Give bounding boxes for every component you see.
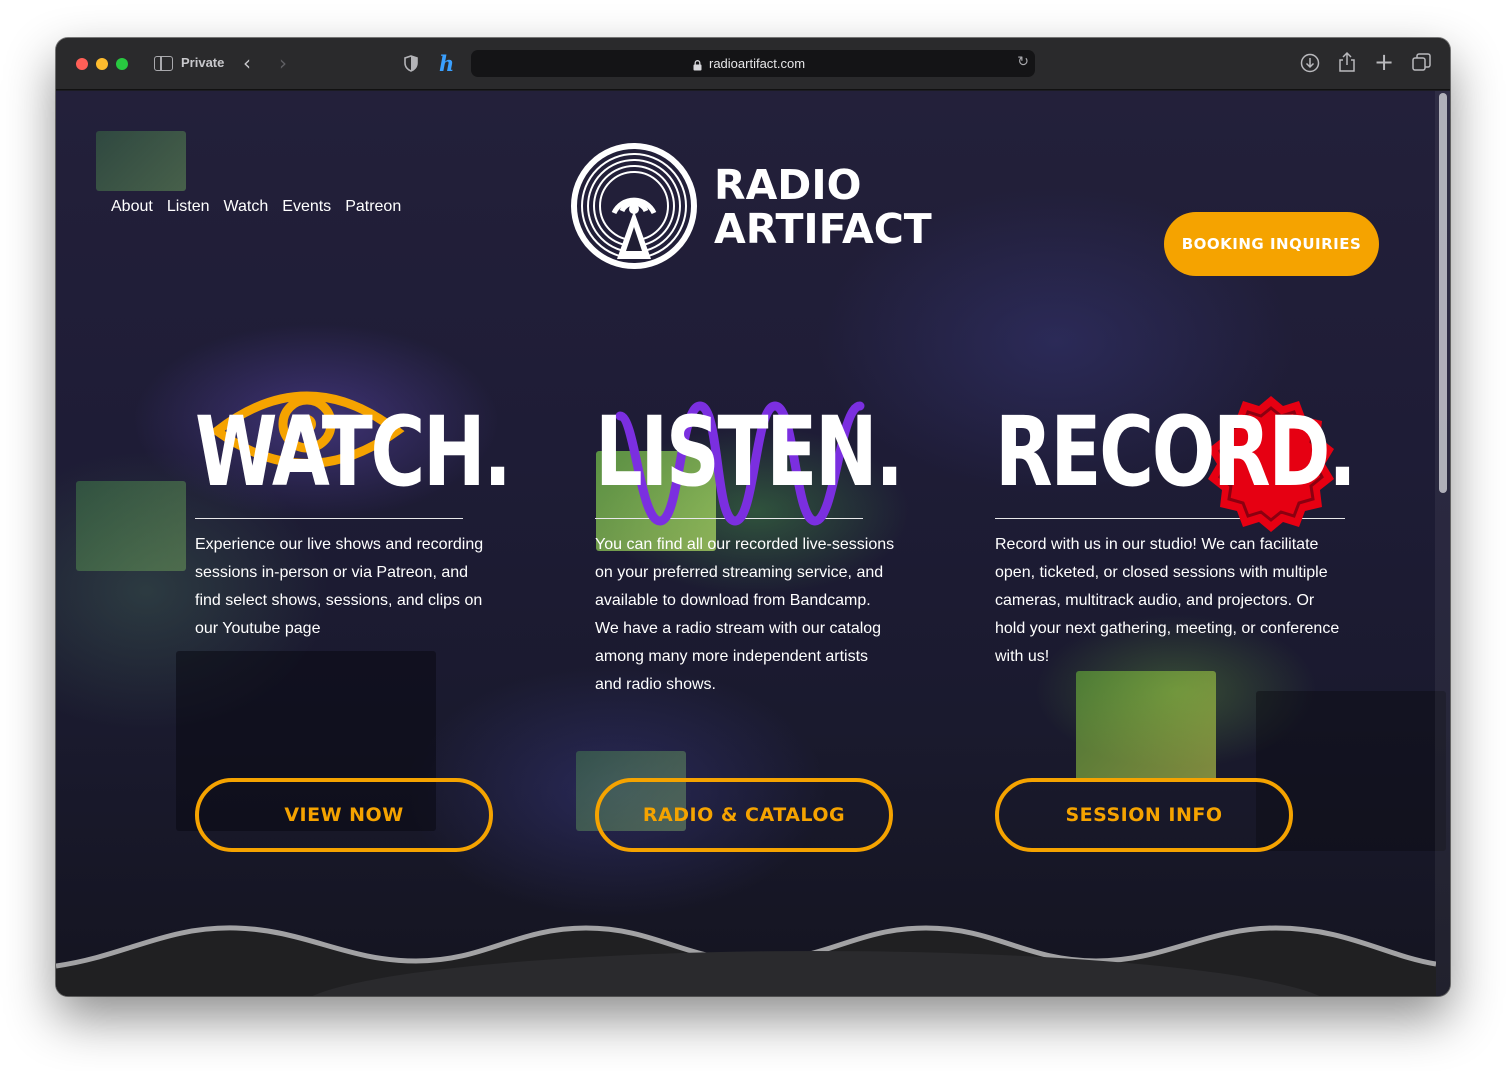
private-label: Private xyxy=(181,55,225,70)
booking-inquiries-button[interactable]: BOOKING INQUIRIES xyxy=(1164,212,1379,276)
view-now-button[interactable]: VIEW NOW xyxy=(195,778,493,852)
close-window-button[interactable] xyxy=(76,58,88,70)
nav-link-listen[interactable]: Listen xyxy=(167,198,210,216)
tab-overview-icon[interactable] xyxy=(1412,53,1431,77)
lock-icon xyxy=(693,58,702,76)
logo-wordmark: RADIO ARTIFACT xyxy=(714,163,932,251)
background-monitor xyxy=(76,481,186,571)
logo-line-radio: RADIO xyxy=(714,161,862,209)
nav-link-about[interactable]: About xyxy=(111,198,153,216)
zoom-window-button[interactable] xyxy=(116,58,128,70)
minimize-window-button[interactable] xyxy=(96,58,108,70)
browser-window: Private ‹ › h radioartifact.com ↻ + Abou… xyxy=(56,38,1450,996)
browser-toolbar: Private ‹ › h radioartifact.com ↻ + xyxy=(56,38,1450,90)
vinyl-antenna-icon xyxy=(571,143,697,269)
site-logo[interactable]: RADIO ARTIFACT xyxy=(569,141,932,276)
listen-title: LISTEN. xyxy=(595,396,904,508)
session-info-button[interactable]: SESSION INFO xyxy=(995,778,1293,852)
wave-divider xyxy=(56,925,1436,996)
scrollbar-thumb[interactable] xyxy=(1439,93,1447,493)
site-nav: About Listen Watch Events Patreon xyxy=(111,198,401,216)
logo-line-artifact: ARTIFACT xyxy=(714,205,932,253)
share-icon[interactable] xyxy=(1338,51,1356,78)
watch-description: Experience our live shows and recording … xyxy=(195,536,484,637)
extension-icon[interactable]: h xyxy=(439,51,454,76)
nav-link-events[interactable]: Events xyxy=(282,198,331,216)
background-monitor xyxy=(1076,671,1216,781)
listen-description: You can find all our recorded live-sessi… xyxy=(595,536,895,693)
page-viewport: About Listen Watch Events Patreon RADIO xyxy=(56,91,1450,996)
download-icon[interactable] xyxy=(1300,53,1320,78)
watch-title: WATCH. xyxy=(195,396,512,508)
watch-section: WATCH. Experience our live shows and rec… xyxy=(195,391,545,852)
background-monitor xyxy=(96,131,186,191)
reload-icon[interactable]: ↻ xyxy=(1017,54,1029,70)
url-text: radioartifact.com xyxy=(709,56,806,71)
listen-section: LISTEN. You can find all our recorded li… xyxy=(595,396,945,852)
record-description: Record with us in our studio! We can fac… xyxy=(995,536,1340,665)
record-section: RECORD. Record with us in our studio! We… xyxy=(995,396,1357,852)
address-bar[interactable]: radioartifact.com ↻ xyxy=(471,50,1035,77)
sidebar-icon[interactable] xyxy=(154,56,173,71)
scrollbar[interactable] xyxy=(1435,91,1450,996)
record-title: RECORD. xyxy=(995,396,1357,508)
watch-divider xyxy=(195,518,463,519)
back-icon[interactable]: ‹ xyxy=(243,53,251,73)
new-tab-icon[interactable]: + xyxy=(1374,50,1394,74)
radio-catalog-button[interactable]: RADIO & CATALOG xyxy=(595,778,893,852)
shield-icon[interactable] xyxy=(404,55,418,77)
nav-link-watch[interactable]: Watch xyxy=(224,198,269,216)
forward-icon[interactable]: › xyxy=(279,53,287,73)
nav-link-patreon[interactable]: Patreon xyxy=(345,198,401,216)
